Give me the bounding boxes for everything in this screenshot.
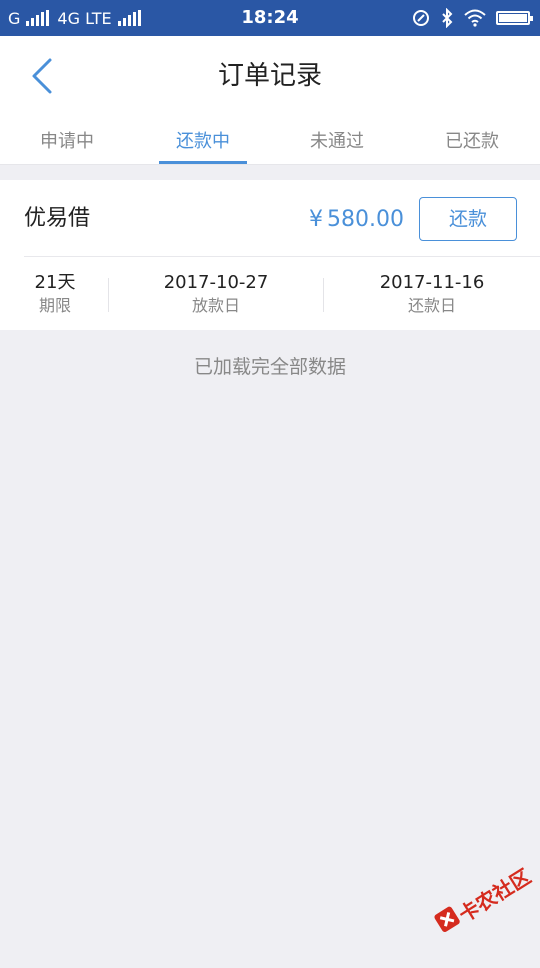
wifi-icon [464, 9, 486, 27]
due-date-label: 还款日 [407, 296, 456, 315]
app-header: 订单记录 [0, 36, 540, 116]
status-bar: G 4G LTE 18:24 [0, 0, 540, 36]
page-title: 订单记录 [217, 61, 322, 91]
repay-button[interactable]: 还款 [419, 197, 517, 241]
loan-date-stat: 2017-10-27 放款日 [136, 272, 296, 318]
tab-repaid[interactable]: 已还款 [427, 116, 517, 164]
watermark: 卡农社区 [422, 848, 540, 968]
watermark-text: 卡农社区 [454, 864, 535, 927]
lender-name: 优易借 [24, 206, 91, 231]
due-date-stat: 2017-11-16 还款日 [352, 272, 512, 318]
divider [24, 256, 540, 257]
amount-value: 580.00 [327, 207, 404, 232]
divider [108, 278, 109, 312]
status-right [412, 0, 533, 36]
active-tab-indicator [159, 161, 247, 164]
tab-applying[interactable]: 申请中 [22, 116, 112, 164]
tab-repaying[interactable]: 还款中 [158, 116, 248, 164]
order-card[interactable]: 优易借 ¥580.00 还款 21天 期限 2017-10-27 放款日 201… [0, 180, 540, 330]
currency-symbol: ¥ [309, 207, 324, 232]
divider [323, 278, 324, 312]
term-value: 21天 [34, 272, 76, 293]
nfc-icon [413, 10, 429, 26]
battery-icon [496, 11, 533, 25]
tab-rejected[interactable]: 未通过 [292, 116, 382, 164]
loan-date-label: 放款日 [191, 296, 240, 315]
term-stat: 21天 期限 [14, 272, 96, 318]
term-label: 期限 [38, 296, 71, 315]
due-date-value: 2017-11-16 [379, 272, 485, 293]
list-end-message: 已加载完全部数据 [193, 356, 346, 378]
loan-amount: ¥580.00 [309, 180, 404, 260]
tab-bar: 申请中 还款中 未通过 已还款 [0, 116, 540, 165]
bluetooth-icon [442, 8, 453, 28]
loan-date-value: 2017-10-27 [163, 272, 269, 293]
